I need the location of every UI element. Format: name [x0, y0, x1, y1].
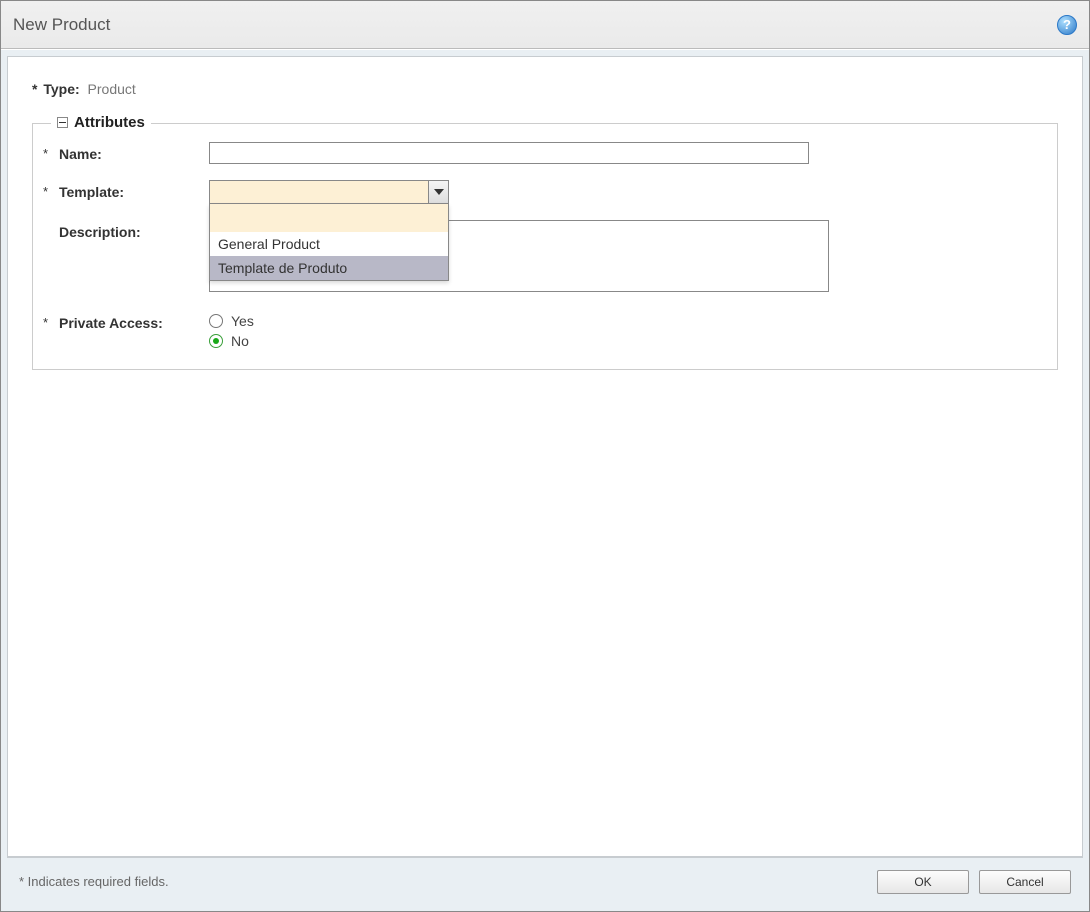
- dropdown-blank-option[interactable]: [210, 204, 448, 232]
- private-access-yes[interactable]: Yes: [209, 313, 1051, 329]
- private-access-radio-group: Yes No: [209, 311, 1051, 349]
- name-label: Name:: [59, 146, 102, 162]
- attributes-fieldset: Attributes * Name: * Template:: [32, 123, 1058, 370]
- required-asterisk: *: [32, 81, 37, 97]
- name-label-cell: * Name:: [39, 142, 209, 162]
- radio-icon: [209, 334, 223, 348]
- cancel-button[interactable]: Cancel: [979, 870, 1071, 894]
- description-label-cell: Description:: [39, 220, 209, 240]
- chevron-down-icon[interactable]: [428, 181, 448, 203]
- template-combo-box[interactable]: [209, 180, 449, 204]
- required-asterisk: *: [43, 315, 51, 330]
- private-access-label-cell: * Private Access:: [39, 311, 209, 331]
- template-label: Template:: [59, 184, 124, 200]
- private-access-no[interactable]: No: [209, 333, 1051, 349]
- name-input-cell: [209, 142, 1051, 164]
- type-value: Product: [88, 81, 136, 97]
- help-icon[interactable]: ?: [1057, 15, 1077, 35]
- description-label: Description:: [59, 224, 141, 240]
- template-combo-display: [210, 181, 428, 203]
- radio-label-yes: Yes: [231, 313, 254, 329]
- content-area: * Type: Product Attributes * Name:: [1, 49, 1089, 911]
- radio-selected-dot: [213, 338, 219, 344]
- type-row: * Type: Product: [32, 81, 1058, 97]
- radio-label-no: No: [231, 333, 249, 349]
- footer-buttons: OK Cancel: [877, 870, 1071, 894]
- new-product-dialog: New Product ? * Type: Product Attributes…: [0, 0, 1090, 912]
- fieldset-legend: Attributes: [51, 114, 151, 131]
- template-input-cell: General Product Template de Produto: [209, 180, 1051, 204]
- template-label-cell: * Template:: [39, 180, 209, 200]
- required-fields-note: * Indicates required fields.: [19, 874, 169, 889]
- titlebar: New Product ?: [1, 1, 1089, 49]
- form-panel: * Type: Product Attributes * Name:: [7, 56, 1083, 857]
- dropdown-item-template-de-produto[interactable]: Template de Produto: [210, 256, 448, 280]
- type-label: Type:: [43, 81, 79, 97]
- ok-button[interactable]: OK: [877, 870, 969, 894]
- radio-icon: [209, 314, 223, 328]
- required-asterisk: *: [43, 184, 51, 199]
- template-combo[interactable]: General Product Template de Produto: [209, 180, 449, 204]
- legend-text: Attributes: [74, 114, 145, 131]
- dialog-footer: * Indicates required fields. OK Cancel: [7, 857, 1083, 905]
- template-dropdown: General Product Template de Produto: [209, 204, 449, 281]
- dialog-title: New Product: [13, 15, 110, 35]
- private-access-label: Private Access:: [59, 315, 163, 331]
- form-grid: * Name: * Template:: [39, 142, 1051, 349]
- name-input[interactable]: [209, 142, 809, 164]
- dropdown-item-general-product[interactable]: General Product: [210, 232, 448, 256]
- required-asterisk: *: [43, 146, 51, 161]
- collapse-icon[interactable]: [57, 117, 68, 128]
